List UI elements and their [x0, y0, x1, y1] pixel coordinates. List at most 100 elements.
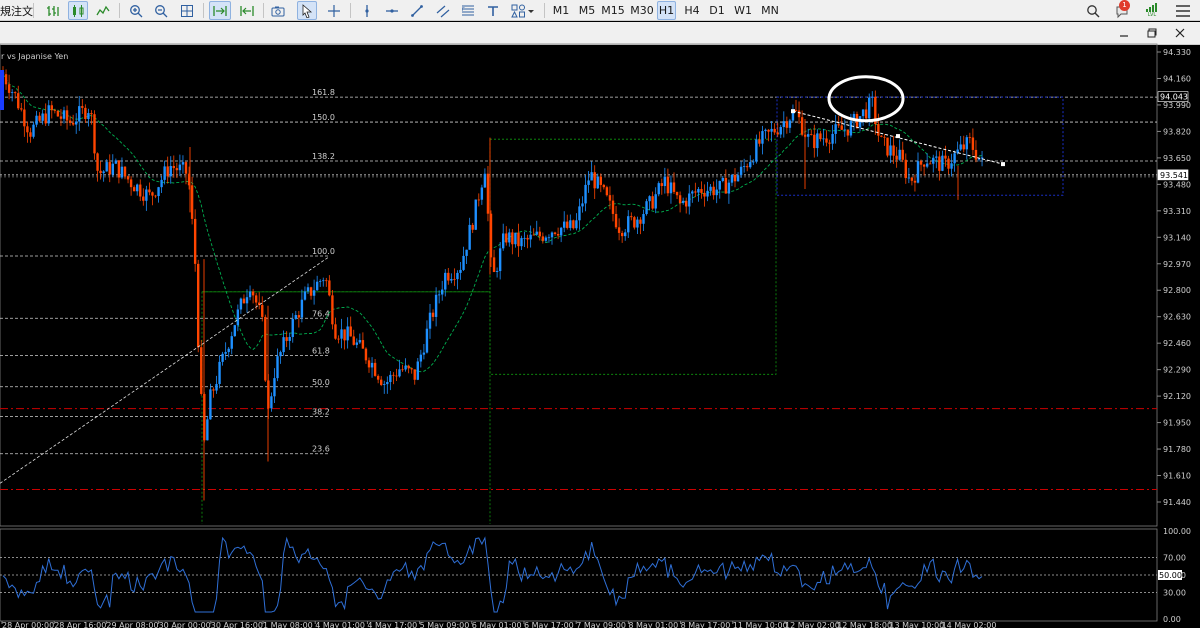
timeframe-m5[interactable]: M5: [577, 1, 597, 20]
candle-body: [941, 155, 944, 171]
candle: [794, 99, 798, 112]
line-chart-icon[interactable]: [94, 1, 112, 20]
signal-label: LVL: [1147, 12, 1157, 18]
timeframe-mn[interactable]: MN: [758, 1, 782, 20]
candle: [688, 185, 691, 215]
candle-body: [169, 166, 172, 177]
candle-body: [163, 166, 166, 180]
cursor-icon[interactable]: [297, 1, 317, 20]
zoom-in-icon[interactable]: [127, 1, 145, 20]
candle: [319, 279, 322, 287]
candle: [727, 179, 731, 204]
candle: [730, 173, 734, 187]
timeframe-h1[interactable]: H1: [657, 1, 676, 20]
candle-body: [87, 113, 90, 120]
timeframe-m15[interactable]: M15: [600, 1, 626, 20]
price-tick-label: 92.630: [1163, 313, 1191, 322]
timeframe-d1[interactable]: D1: [707, 1, 727, 20]
crosshair-icon[interactable]: [325, 1, 343, 20]
candle: [953, 150, 956, 172]
tile-windows-icon[interactable]: [178, 1, 196, 20]
candle-body: [59, 116, 63, 119]
candle-body: [413, 369, 416, 380]
channel-icon[interactable]: [434, 1, 452, 20]
price-tick-label: 91.780: [1163, 445, 1191, 454]
candle: [483, 168, 487, 188]
candle-body: [563, 221, 566, 228]
candle: [550, 231, 554, 245]
candle-body: [624, 232, 627, 237]
timeframe-m1[interactable]: M1: [551, 1, 571, 20]
candle-body: [932, 157, 935, 164]
shapes-dropdown-icon[interactable]: [509, 1, 537, 20]
chart-shift-icon[interactable]: [236, 1, 258, 20]
candle: [736, 172, 740, 182]
candle-body: [611, 200, 615, 214]
candle: [343, 329, 346, 350]
candle-body: [715, 189, 718, 196]
candle: [242, 294, 246, 304]
candlestick-chart-icon[interactable]: [68, 1, 88, 20]
bar-chart-icon[interactable]: [44, 1, 62, 20]
timeframe-h4[interactable]: H4: [682, 1, 702, 20]
candle: [941, 150, 944, 172]
candle-body: [907, 177, 911, 179]
candle: [245, 289, 249, 313]
candle-body: [395, 375, 398, 377]
candle: [901, 141, 904, 163]
candle: [831, 124, 834, 150]
new-order-button[interactable]: 規注文: [0, 3, 33, 19]
candle-body: [123, 166, 127, 177]
horizontal-line-icon[interactable]: [383, 1, 401, 20]
candle-body: [294, 315, 297, 319]
candle: [691, 189, 694, 203]
text-label-icon[interactable]: [484, 1, 502, 20]
candle: [383, 380, 386, 394]
notifications-button[interactable]: 1: [1110, 0, 1134, 20]
search-icon[interactable]: [1084, 1, 1102, 20]
candle: [376, 374, 380, 384]
high-price-label: 94.043: [1160, 93, 1188, 102]
vertical-line-icon[interactable]: [358, 1, 376, 20]
candle-body: [929, 163, 932, 165]
candle: [328, 275, 331, 297]
candle-body: [434, 294, 438, 317]
candle-body: [578, 206, 581, 221]
candle: [520, 235, 523, 250]
candle-body: [864, 109, 868, 119]
candle: [791, 104, 795, 123]
candle: [913, 174, 917, 192]
signal-strength-icon[interactable]: LVL: [1142, 1, 1162, 20]
candle-body: [642, 214, 645, 224]
screenshot-icon[interactable]: [268, 1, 288, 20]
price-tick-label: 91.610: [1163, 472, 1191, 481]
candle-body: [56, 110, 60, 117]
candle-body: [209, 389, 212, 420]
zoom-out-icon[interactable]: [152, 1, 170, 20]
candle-body: [218, 361, 221, 384]
range-box-blue: [776, 96, 1064, 196]
candle: [206, 415, 209, 441]
candle: [770, 121, 773, 142]
candle: [715, 179, 718, 204]
trendline-icon[interactable]: [408, 1, 426, 20]
timeframe-m30[interactable]: M30: [629, 1, 655, 20]
candle-body: [288, 336, 291, 341]
fibonacci-icon[interactable]: F: [459, 1, 477, 20]
price-tick-label: 93.140: [1163, 233, 1191, 242]
candle-body: [193, 218, 197, 264]
fib-label-38.2: 38.2: [312, 407, 330, 416]
price-chart[interactable]: 161.8150.0138.2100.076.461.850.038.223.6…: [0, 22, 1200, 628]
autoscroll-icon[interactable]: [209, 1, 231, 20]
candle-body: [502, 233, 505, 249]
candle: [29, 127, 32, 143]
candle: [151, 191, 154, 206]
candle: [148, 182, 151, 196]
timeframe-w1[interactable]: W1: [733, 1, 753, 20]
chart-window: 161.8 150.0 138.2 100.0 76.4 61.8 50.0 38.2 23.6…: [0, 22, 1200, 628]
time-tick-label: 8 May 01:00: [628, 621, 678, 628]
candle-body: [212, 389, 215, 391]
candle: [636, 216, 639, 234]
menu-icon[interactable]: [1172, 1, 1194, 20]
candle: [663, 167, 667, 194]
